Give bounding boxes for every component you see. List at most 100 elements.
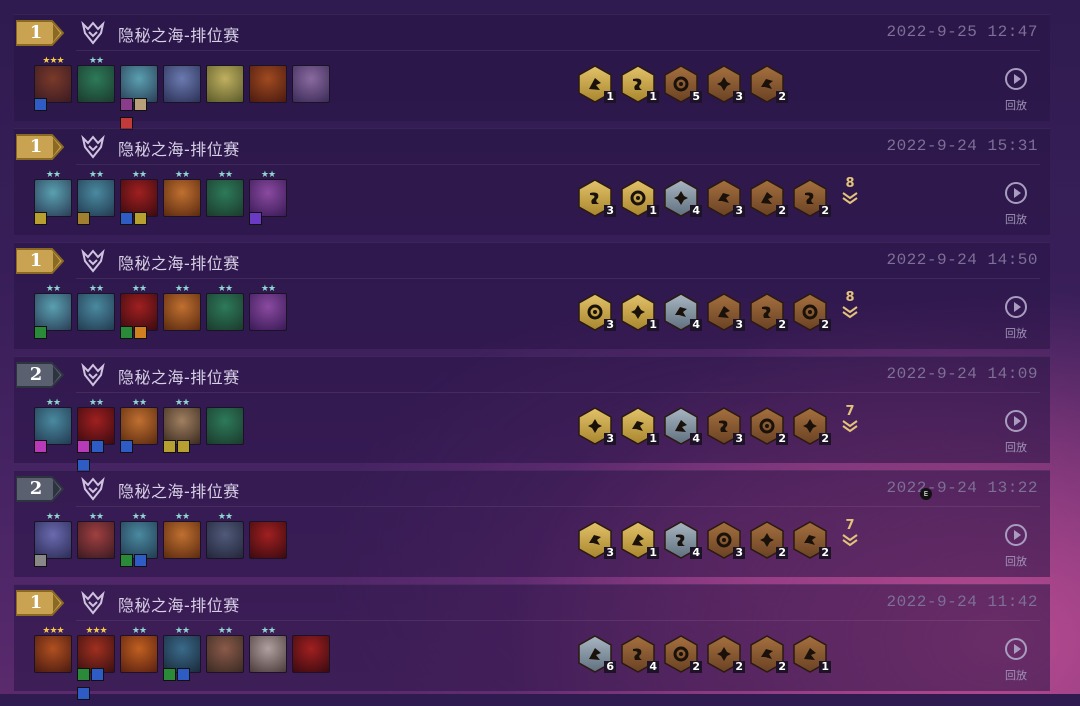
trait-badge[interactable]: 3: [575, 520, 616, 560]
trait-badge[interactable]: 1: [618, 292, 659, 332]
trait-badge[interactable]: 4: [618, 634, 659, 674]
item-icon[interactable]: [163, 668, 176, 681]
replay-button[interactable]: 回放: [996, 67, 1036, 113]
replay-button[interactable]: 回放: [996, 409, 1036, 455]
item-icon[interactable]: [34, 212, 47, 225]
replay-button[interactable]: 回放: [996, 523, 1036, 569]
item-icon[interactable]: [34, 326, 47, 339]
champion-portrait[interactable]: ★★: [77, 57, 115, 103]
trait-badge[interactable]: 3: [704, 64, 745, 104]
trait-badge[interactable]: 4: [661, 178, 702, 218]
trait-badge[interactable]: 2: [747, 520, 788, 560]
champion-portrait[interactable]: ★★: [206, 285, 244, 331]
match-card[interactable]: 1 隐秘之海-排位赛 2022-9-24 11:42 ★★★ ★★★ ★★ ★★ ★★ ★…: [14, 584, 1050, 700]
trait-badge[interactable]: 1: [790, 634, 831, 674]
trait-badge[interactable]: 2: [747, 634, 788, 674]
item-icon[interactable]: [134, 326, 147, 339]
trait-badge[interactable]: 2: [790, 178, 831, 218]
trait-badge[interactable]: 3: [575, 292, 616, 332]
trait-badge[interactable]: 4: [661, 406, 702, 446]
champion-portrait[interactable]: [206, 407, 244, 445]
champion-portrait[interactable]: ★★: [163, 627, 201, 681]
champion-portrait[interactable]: ★★★: [34, 57, 72, 111]
trait-badge[interactable]: 3: [575, 178, 616, 218]
champion-portrait[interactable]: ★★: [120, 627, 158, 673]
item-icon[interactable]: [77, 668, 90, 681]
item-icon[interactable]: [34, 440, 47, 453]
item-icon[interactable]: [77, 212, 90, 225]
trait-badge[interactable]: 4: [661, 292, 702, 332]
trait-badge[interactable]: 1: [618, 64, 659, 104]
trait-badge[interactable]: 2: [747, 406, 788, 446]
champion-portrait[interactable]: [206, 65, 244, 103]
champion-portrait[interactable]: ★★: [249, 627, 287, 673]
trait-badge[interactable]: 1: [618, 520, 659, 560]
champion-portrait[interactable]: ★★: [163, 171, 201, 217]
trait-badge[interactable]: 2: [790, 520, 831, 560]
item-icon[interactable]: [120, 98, 133, 111]
expand-traits-button[interactable]: 8: [835, 176, 865, 205]
champion-portrait[interactable]: ★★: [77, 171, 115, 225]
trait-badge[interactable]: 2: [747, 64, 788, 104]
replay-button[interactable]: 回放: [996, 637, 1036, 683]
champion-portrait[interactable]: ★★: [77, 399, 115, 472]
item-icon[interactable]: [163, 440, 176, 453]
champion-portrait[interactable]: ★★: [249, 285, 287, 331]
item-icon[interactable]: [120, 440, 133, 453]
trait-badge[interactable]: 3: [704, 406, 745, 446]
match-card[interactable]: 1 隐秘之海-排位赛 2022-9-25 12:47 ★★★ ★★ 11532 回…: [14, 14, 1050, 130]
champion-portrait[interactable]: ★★: [206, 513, 244, 559]
item-icon[interactable]: [134, 554, 147, 567]
champion-portrait[interactable]: ★★: [34, 399, 72, 453]
trait-badge[interactable]: 3: [575, 406, 616, 446]
trait-badge[interactable]: 2: [704, 634, 745, 674]
champion-portrait[interactable]: ★★: [120, 513, 158, 567]
champion-portrait[interactable]: [120, 65, 158, 130]
champion-portrait[interactable]: [249, 521, 287, 559]
champion-portrait[interactable]: ★★: [120, 285, 158, 339]
trait-badge[interactable]: 3: [704, 520, 745, 560]
champion-portrait[interactable]: ★★: [77, 513, 115, 559]
trait-badge[interactable]: 1: [618, 406, 659, 446]
champion-portrait[interactable]: [249, 65, 287, 103]
champion-portrait[interactable]: ★★: [34, 285, 72, 339]
trait-badge[interactable]: 2: [790, 406, 831, 446]
champion-portrait[interactable]: ★★: [120, 171, 158, 225]
match-card[interactable]: 1 隐秘之海-排位赛 2022-9-24 15:31 ★★ ★★ ★★ ★★ ★★ ★★ …: [14, 128, 1050, 235]
item-icon[interactable]: [249, 212, 262, 225]
champion-portrait[interactable]: ★★: [34, 513, 72, 567]
trait-badge[interactable]: 1: [618, 178, 659, 218]
trait-badge[interactable]: 2: [790, 292, 831, 332]
champion-portrait[interactable]: [292, 635, 330, 673]
champion-portrait[interactable]: ★★★: [77, 627, 115, 700]
champion-portrait[interactable]: ★★: [206, 627, 244, 673]
item-icon[interactable]: [134, 98, 147, 111]
champion-portrait[interactable]: ★★: [163, 513, 201, 559]
champion-portrait[interactable]: [163, 65, 201, 103]
champion-portrait[interactable]: ★★: [34, 171, 72, 225]
trait-badge[interactable]: 5: [661, 64, 702, 104]
trait-badge[interactable]: 2: [661, 634, 702, 674]
trait-badge[interactable]: 2: [747, 292, 788, 332]
trait-badge[interactable]: 2: [747, 178, 788, 218]
champion-portrait[interactable]: ★★: [77, 285, 115, 331]
item-icon[interactable]: [34, 98, 47, 111]
item-icon[interactable]: [177, 440, 190, 453]
match-card[interactable]: 2 隐秘之海-排位赛 2022-9-24 14:09 ★★ ★★ ★★ ★★ 3 1 4 3…: [14, 356, 1050, 472]
champion-portrait[interactable]: ★★: [206, 171, 244, 217]
item-icon[interactable]: [120, 554, 133, 567]
trait-badge[interactable]: 1: [575, 64, 616, 104]
expand-traits-button[interactable]: 7: [835, 404, 865, 433]
trait-badge[interactable]: 3: [704, 178, 745, 218]
item-icon[interactable]: [120, 212, 133, 225]
champion-portrait[interactable]: ★★: [163, 285, 201, 331]
item-icon[interactable]: [34, 554, 47, 567]
replay-button[interactable]: 回放: [996, 295, 1036, 341]
match-card[interactable]: 2 隐秘之海-排位赛 2022-9-24 13:22 ★★ ★★ ★★ ★★ ★★ 3 1…: [14, 470, 1050, 577]
champion-portrait[interactable]: ★★★: [34, 627, 72, 673]
champion-portrait[interactable]: ★★: [249, 171, 287, 225]
item-icon[interactable]: [77, 440, 90, 453]
item-icon[interactable]: [91, 668, 104, 681]
item-icon[interactable]: [120, 326, 133, 339]
champion-portrait[interactable]: ★★: [163, 399, 201, 453]
